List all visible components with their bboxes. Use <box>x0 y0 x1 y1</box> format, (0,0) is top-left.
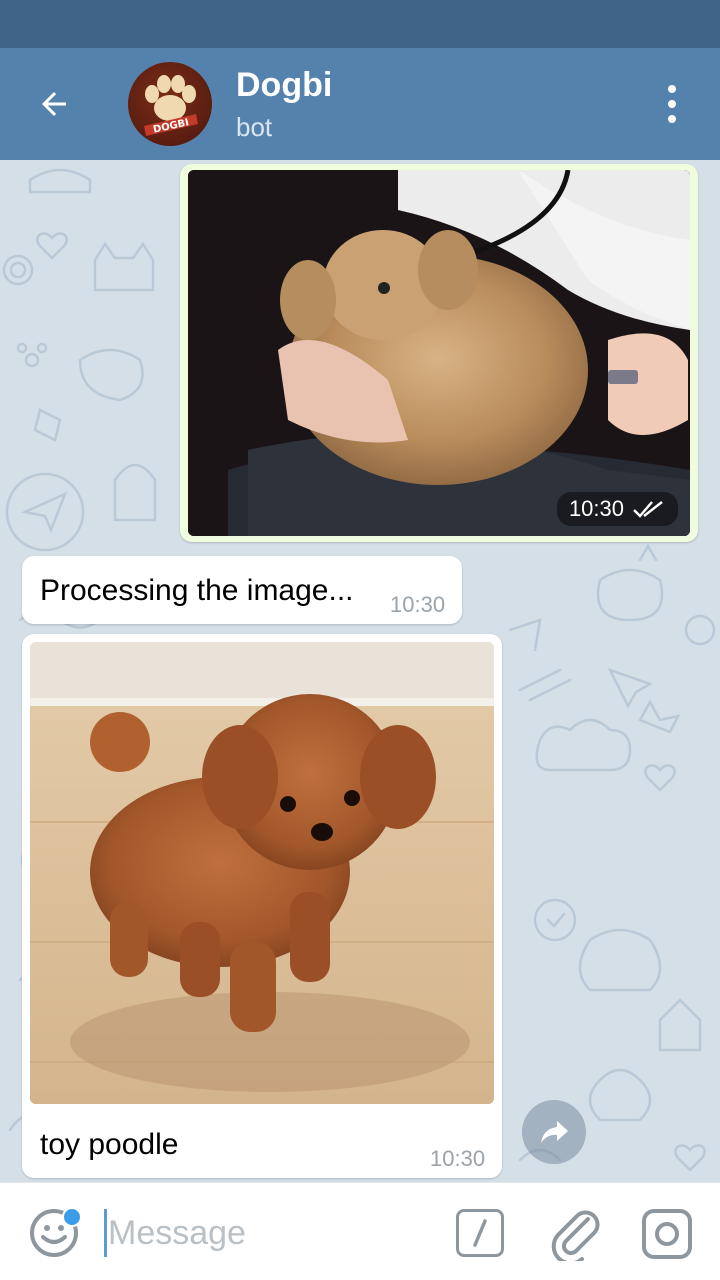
photo-puppy-on-lap[interactable]: 10:30 <box>188 170 690 536</box>
back-button[interactable] <box>26 76 82 132</box>
outgoing-photo-message[interactable]: 10:30 <box>180 164 698 542</box>
slash-command-icon <box>473 1219 487 1247</box>
share-forward-icon <box>541 1121 568 1143</box>
photo-toy-poodle[interactable] <box>30 642 494 1104</box>
chat-area[interactable]: 10:30 Processing the image... 10:30 toy … <box>0 160 720 1182</box>
notification-dot <box>62 1207 82 1227</box>
status-bar <box>0 0 720 48</box>
more-menu-button[interactable] <box>652 78 692 130</box>
chat-title[interactable]: Dogbi <box>236 66 332 105</box>
incoming-text-message[interactable]: Processing the image... 10:30 <box>22 556 462 624</box>
message-text: Processing the image... <box>40 574 354 607</box>
chat-subtitle: bot <box>236 112 273 142</box>
message-input[interactable] <box>108 1211 428 1255</box>
more-vertical-icon <box>668 85 676 93</box>
message-time: 10:30 <box>430 1146 486 1171</box>
double-check-icon <box>633 501 663 518</box>
attach-button[interactable] <box>550 1205 602 1266</box>
bot-avatar[interactable]: DOGBI <box>128 62 212 146</box>
poodle-image <box>30 642 494 1104</box>
paperclip-icon <box>551 1210 600 1266</box>
avatar-logo-text: DOGBI <box>152 117 190 135</box>
paw-logo-icon: DOGBI <box>144 75 198 136</box>
puppy-image <box>188 170 690 536</box>
message-time: 10:30 <box>568 496 624 521</box>
message-input-bar <box>0 1182 720 1280</box>
instagram-camera-icon[interactable] <box>642 1209 692 1259</box>
incoming-photo-message[interactable]: toy poodle 10:30 <box>22 634 502 1178</box>
text-cursor <box>104 1209 107 1257</box>
bot-commands-button[interactable] <box>456 1209 504 1257</box>
chat-header: DOGBI Dogbi bot <box>0 48 720 160</box>
share-button[interactable] <box>522 1100 586 1164</box>
arrow-left-icon <box>42 92 66 116</box>
message-time-badge: 10:30 <box>556 492 678 526</box>
message-time: 10:30 <box>390 592 446 617</box>
photo-caption: toy poodle <box>40 1128 179 1161</box>
